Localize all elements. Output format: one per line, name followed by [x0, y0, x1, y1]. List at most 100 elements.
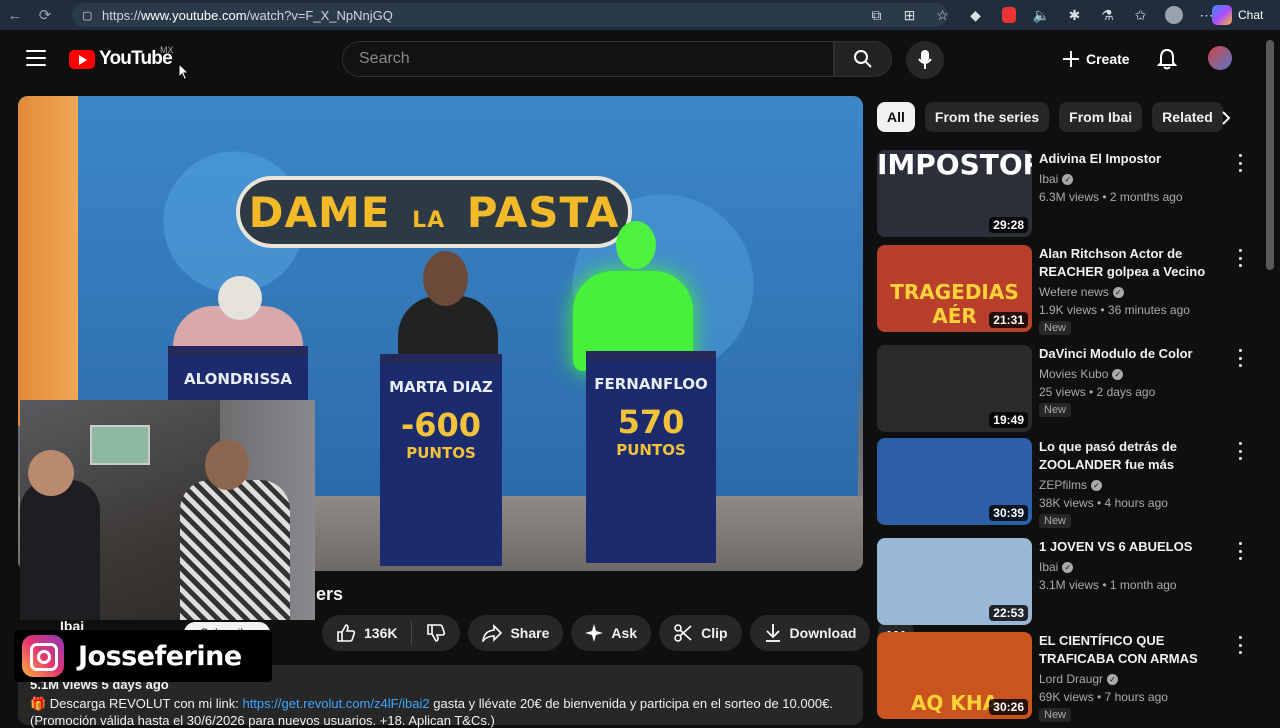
- new-badge: New: [1039, 321, 1072, 335]
- scissors-icon: [674, 624, 692, 642]
- video-duration: 19:49: [989, 412, 1028, 428]
- video-thumbnail[interactable]: 22:53: [877, 538, 1032, 625]
- recommendation-title[interactable]: EL CIENTÍFICO QUE TRAFICABA CON ARMAS NU…: [1039, 632, 1219, 668]
- extensions-puzzle-icon[interactable]: ✱: [1058, 0, 1091, 30]
- copilot-icon: [1212, 5, 1232, 25]
- share-button[interactable]: Share: [468, 615, 564, 651]
- chat-label: Chat: [1238, 8, 1264, 22]
- clip-button[interactable]: Clip: [659, 615, 742, 651]
- recommendation-meta: 38K views • 4 hours ago: [1039, 496, 1168, 510]
- search-input[interactable]: [359, 50, 833, 68]
- video-actions: 136K Share Ask Clip Download: [322, 615, 915, 651]
- recommendation-meta: 3.1M views • 1 month ago: [1039, 578, 1177, 592]
- recommendation-channel[interactable]: ZEPfilms ✓: [1039, 478, 1102, 492]
- profile-icon[interactable]: [1157, 0, 1190, 30]
- favorite-star-icon[interactable]: ☆: [926, 0, 959, 30]
- video-duration: 30:26: [989, 699, 1028, 715]
- split-screen-icon[interactable]: ⚗: [1091, 0, 1124, 30]
- person-right-head: [205, 440, 249, 490]
- address-bar[interactable]: ▢ https://www.youtube.com/watch?v=F_X_Np…: [72, 3, 948, 27]
- chevron-right-icon: [1222, 111, 1231, 125]
- microphone-icon: [918, 50, 932, 69]
- thumbnail-text: IMPOSTOR: [877, 150, 1032, 181]
- download-button[interactable]: Download: [749, 615, 871, 651]
- create-button[interactable]: Create: [1054, 41, 1144, 77]
- page-scrollbar[interactable]: [1266, 40, 1274, 270]
- chip-from-ibai[interactable]: From Ibai: [1059, 102, 1143, 132]
- clip-label: Clip: [701, 625, 728, 641]
- ask-button[interactable]: Ask: [571, 615, 652, 651]
- apps-icon[interactable]: ⊞: [893, 0, 926, 30]
- share-arrow-icon: [482, 624, 503, 642]
- youtube-logo[interactable]: YouTube: [69, 48, 173, 70]
- dislike-button[interactable]: [412, 615, 460, 651]
- like-count: 136K: [364, 625, 398, 641]
- video-thumbnail[interactable]: AQ KHA 30:26: [877, 632, 1032, 719]
- chip-from-series[interactable]: From the series: [924, 102, 1050, 132]
- url-text: https://www.youtube.com/watch?v=F_X_NpNn…: [102, 7, 393, 23]
- instagram-watermark: Josseferine: [14, 630, 272, 682]
- video-title: ers: [316, 584, 344, 604]
- hamburger-menu-icon[interactable]: [26, 50, 46, 66]
- download-label: Download: [789, 625, 857, 641]
- kebab-menu-icon[interactable]: [1233, 249, 1247, 267]
- recommendation-title[interactable]: 1 JOVEN VS 6 ABUELOS: [1039, 538, 1219, 556]
- recommendation-meta: 25 views • 2 days ago: [1039, 385, 1156, 399]
- recommendation-channel[interactable]: Lord Draugr ✓: [1039, 672, 1119, 686]
- translate-icon[interactable]: ⧉: [860, 0, 893, 30]
- verified-check-icon: ✓: [1062, 561, 1074, 573]
- recommendation-channel[interactable]: Movies Kubo ✓: [1039, 367, 1124, 381]
- like-button[interactable]: 136K: [322, 615, 411, 651]
- recommendation-item[interactable]: 30:39 Lo que pasó detrás de ZOOLANDER fue…: [877, 438, 1257, 528]
- site-info-icon[interactable]: ▢: [82, 9, 94, 22]
- verified-check-icon: ✓: [1107, 673, 1119, 685]
- revolut-link[interactable]: https://get.revolut.com/z4lF/ibai2: [242, 696, 429, 711]
- reload-icon[interactable]: ⟳: [30, 0, 60, 30]
- account-avatar[interactable]: [1208, 46, 1232, 70]
- recommendation-item[interactable]: 22:53 1 JOVEN VS 6 ABUELOS Ibai ✓ 3.1M views…: [877, 538, 1257, 626]
- volume-icon[interactable]: 🔈: [1025, 0, 1058, 30]
- recommendation-meta: 69K views • 7 hours ago: [1039, 690, 1168, 704]
- video-thumbnail[interactable]: TRAGEDIAS AÉR 21:31: [877, 245, 1032, 332]
- kebab-menu-icon[interactable]: [1233, 154, 1247, 172]
- studio-orange-pillar: [18, 96, 78, 426]
- copilot-chat-button[interactable]: Chat: [1212, 3, 1263, 27]
- kebab-menu-icon[interactable]: [1233, 542, 1247, 560]
- chips-next-button[interactable]: [1212, 104, 1240, 132]
- contestant-right-head: [616, 221, 656, 269]
- voice-search-button[interactable]: [906, 41, 944, 79]
- back-icon[interactable]: ←: [0, 0, 30, 30]
- search-box[interactable]: [342, 41, 834, 77]
- extension-diamond-icon[interactable]: ◆: [959, 0, 992, 30]
- video-thumbnail[interactable]: 30:39: [877, 438, 1032, 525]
- kebab-menu-icon[interactable]: [1233, 349, 1247, 367]
- show-sign: DAME LA PASTA: [236, 176, 632, 248]
- plus-icon: [1063, 51, 1079, 67]
- recommendation-item[interactable]: AQ KHA 30:26 EL CIENTÍFICO QUE TRAFICABA C…: [877, 632, 1257, 722]
- video-thumbnail[interactable]: IMPOSTOR 29:28: [877, 150, 1032, 237]
- recommendation-item[interactable]: TRAGEDIAS AÉR 21:31 Alan Ritchson Actor de…: [877, 245, 1257, 335]
- youtube-masthead: YouTube MX Create: [0, 30, 1280, 88]
- verified-check-icon: ✓: [1112, 286, 1124, 298]
- recommendation-title[interactable]: Adivina El Impostor: [1039, 150, 1219, 168]
- video-thumbnail[interactable]: 19:49: [877, 345, 1032, 432]
- extension-red-icon[interactable]: [992, 0, 1025, 30]
- recommendation-item[interactable]: 19:49 DaVinci Modulo de Color Movies Kubo ✓…: [877, 345, 1257, 433]
- recommendation-channel[interactable]: Ibai ✓: [1039, 172, 1074, 186]
- notifications-bell-icon[interactable]: [1154, 46, 1180, 72]
- recommendation-title[interactable]: DaVinci Modulo de Color: [1039, 345, 1219, 363]
- recommendation-item[interactable]: IMPOSTOR 29:28 Adivina El Impostor Ibai ✓ 6.3…: [877, 150, 1257, 238]
- favorites-icon[interactable]: ✩: [1124, 0, 1157, 30]
- recommendation-channel[interactable]: Wefere news ✓: [1039, 285, 1124, 299]
- search-button[interactable]: [834, 41, 892, 77]
- kebab-menu-icon[interactable]: [1233, 442, 1247, 460]
- create-label: Create: [1086, 51, 1130, 67]
- new-badge: New: [1039, 403, 1072, 417]
- recommendation-title[interactable]: Lo que pasó detrás de ZOOLANDER fue más …: [1039, 438, 1219, 474]
- recommendation-channel[interactable]: Ibai ✓: [1039, 560, 1074, 574]
- chip-all[interactable]: All: [877, 102, 915, 132]
- recommendation-title[interactable]: Alan Ritchson Actor de REACHER golpea a …: [1039, 245, 1219, 281]
- share-label: Share: [510, 625, 550, 641]
- kebab-menu-icon[interactable]: [1233, 636, 1247, 654]
- verified-check-icon: ✓: [1062, 173, 1074, 185]
